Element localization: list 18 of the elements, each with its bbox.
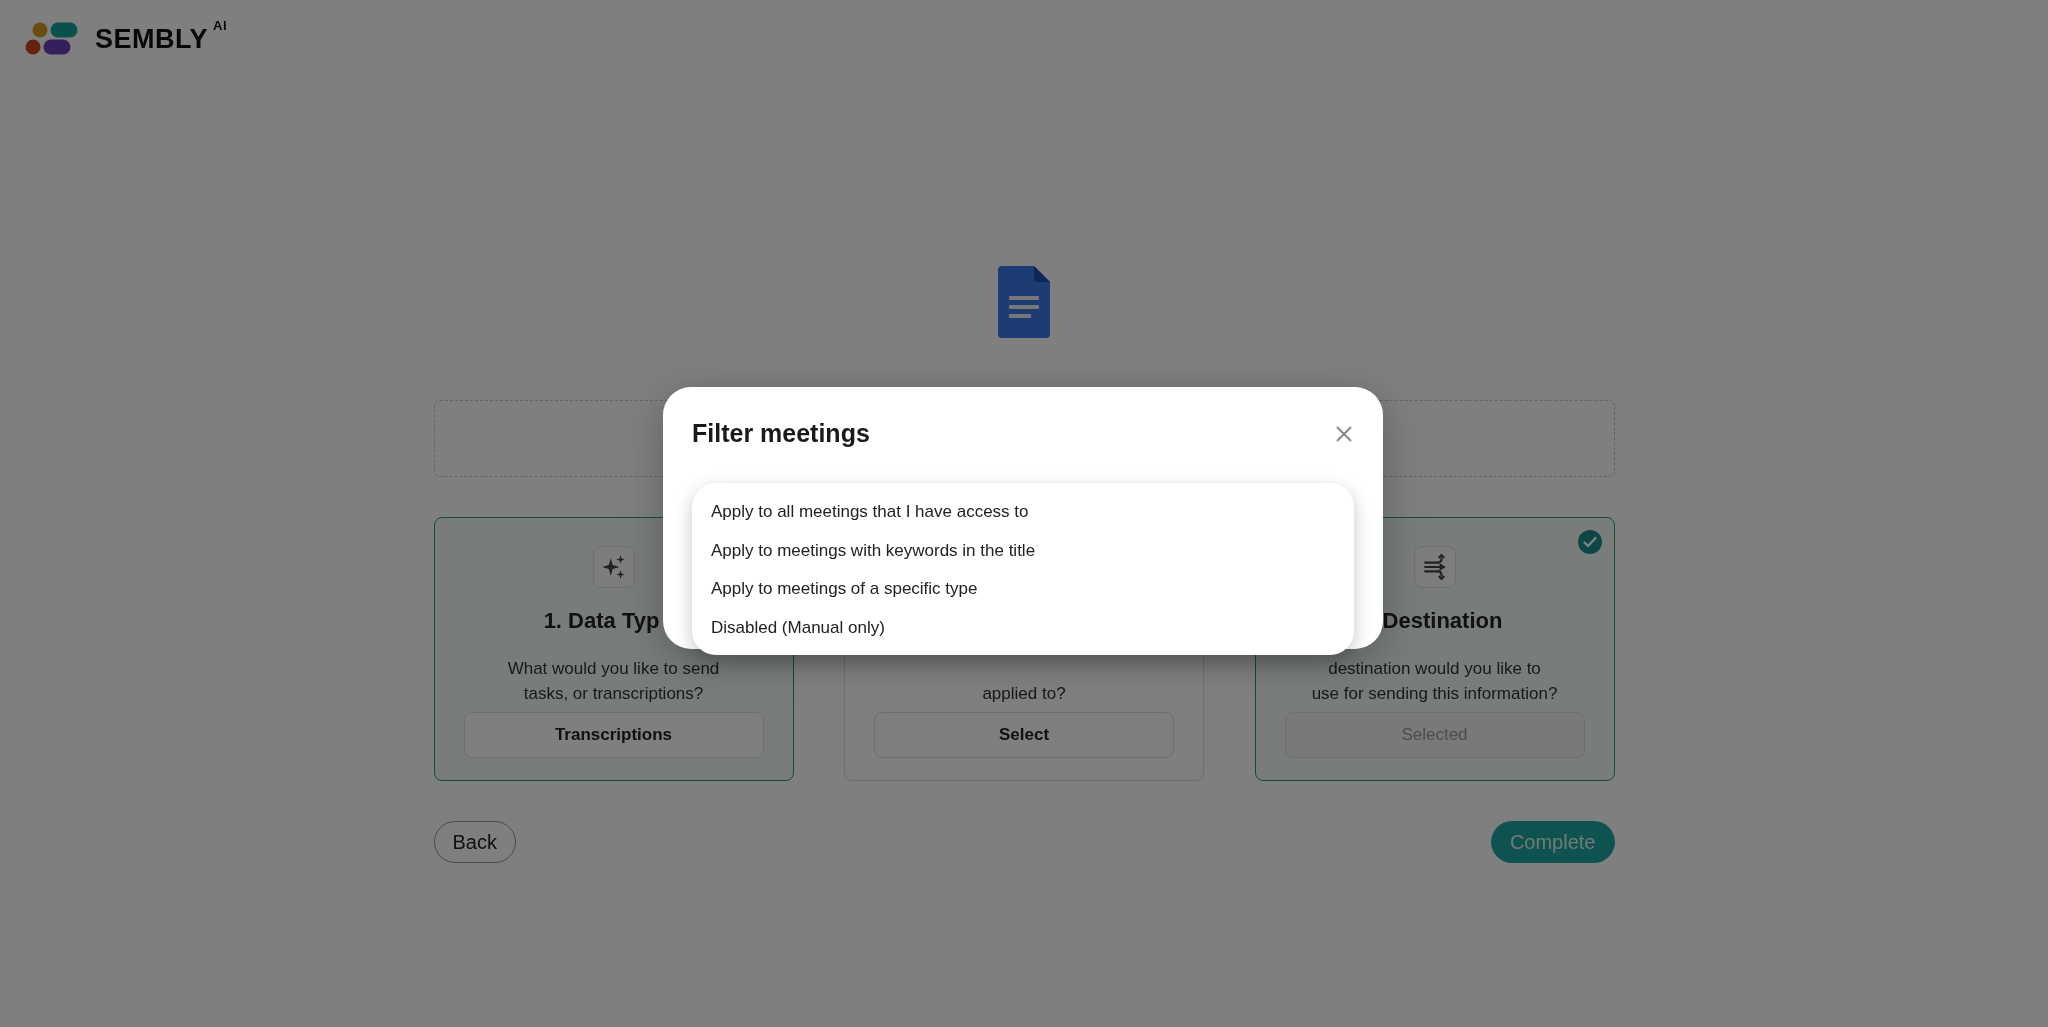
card-description: tasks, or transcriptions? <box>523 683 704 705</box>
card-description: What would you like to send <box>507 658 720 680</box>
menu-option[interactable]: Apply to all meetings that I have access to <box>692 493 1354 532</box>
back-button[interactable]: Back <box>433 821 516 863</box>
menu-option[interactable]: Disabled (Manual only) <box>692 608 1354 647</box>
menu-option[interactable]: Apply to meetings of a specific type <box>692 570 1354 609</box>
card-description: destination would you like to <box>1328 658 1541 680</box>
card-title: Destination <box>1382 608 1503 634</box>
sparkles-icon <box>592 546 635 588</box>
card-title: 1. Data Typ <box>543 608 660 634</box>
menu-option[interactable]: Apply to meetings with keywords in the title <box>692 531 1354 570</box>
card-button[interactable]: Select <box>874 712 1174 758</box>
card-description: use for sending this information? <box>1311 683 1558 705</box>
dialog-title: Filter meetings <box>692 419 870 448</box>
document-icon <box>998 266 1050 338</box>
card-button[interactable]: Transcriptions <box>463 712 764 758</box>
arrows-icon <box>1413 546 1456 588</box>
card-description: applied to? <box>982 683 1066 705</box>
